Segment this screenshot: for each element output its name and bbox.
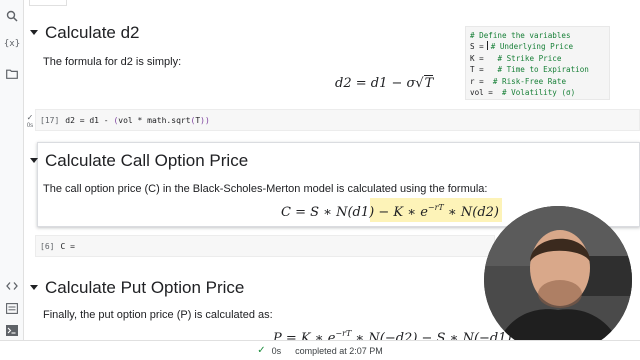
section-put-option: Calculate Put Option Price (29, 278, 244, 298)
variable-comment: # Volatility (σ) (502, 88, 576, 98)
call-formula: C = S ∗ N(d1) − K ∗ e−rT ∗ N(d2) (281, 203, 499, 220)
execution-count: [17] (40, 115, 60, 125)
execution-count: [6] (40, 241, 55, 251)
text-cursor (486, 41, 488, 51)
put-description: Finally, the put option price (P) is cal… (43, 309, 273, 321)
code-token: d2 = d1 - (65, 115, 114, 125)
variable-row: K = # Strike Price (470, 53, 605, 64)
variable-row: r = # Risk-Free Rate (470, 76, 605, 87)
variable-name: S = (470, 42, 484, 52)
variable-comment: # Strike Price (497, 53, 562, 63)
cell-run-time: 0s (26, 123, 34, 129)
variable-name: vol = (470, 88, 493, 98)
collapse-chevron-icon[interactable] (29, 283, 39, 293)
variable-row: T = # Time to Expiration (470, 64, 605, 75)
heading-put-option: Calculate Put Option Price (45, 278, 245, 297)
variables-header: # Define the variables (470, 31, 571, 40)
d2-formula-text: d2 = d1 − σ (335, 76, 416, 91)
run-check-icon: ✓ (26, 113, 34, 122)
variable-name: K = (470, 53, 484, 63)
call-formula-text: C = S ∗ N(d1) − K ∗ e (281, 205, 428, 220)
previous-cell-edge (29, 0, 67, 6)
left-sidebar: {x} (0, 0, 24, 360)
webcam-overlay (484, 206, 632, 354)
terminal-list-icon[interactable] (4, 300, 20, 316)
code-cell-d2[interactable]: [17] d2 = d1 - (vol * math.sqrt(T)) (35, 109, 640, 131)
d2-formula: d2 = d1 − σ√T (335, 75, 434, 91)
code-token: )) (200, 115, 210, 125)
variable-comment: # Time to Expiration (497, 65, 589, 75)
variables-comment-block: # Define the variables S = # Underlying P… (465, 26, 610, 100)
call-formula-exponent: −rT (427, 203, 444, 212)
code-text[interactable]: C = (60, 242, 74, 251)
section-calculate-d2: Calculate d2 (29, 23, 140, 43)
variable-comment: # Risk-Free Rate (492, 76, 567, 86)
variable-name: r = (470, 76, 484, 86)
search-icon[interactable] (4, 8, 20, 24)
d2-formula-sqrt: T (423, 75, 434, 91)
put-formula-exponent: −rT (335, 329, 352, 338)
put-formula-tail: ∗ N(−d2) − S ∗ N(−d1) (351, 331, 512, 340)
variable-comment: # Underlying Price (490, 42, 574, 52)
put-formula: P = K ∗ e−rT ∗ N(−d2) − S ∗ N(−d1) (273, 329, 512, 340)
code-icon[interactable] (4, 278, 20, 294)
status-message: completed at 2:07 PM (295, 345, 383, 356)
variable-row: vol = # Volatility (σ) (470, 87, 605, 98)
call-description: The call option price (C) in the Black-S… (43, 183, 488, 195)
status-check-icon: ✓ (257, 345, 266, 356)
collapse-chevron-icon[interactable] (29, 156, 39, 166)
status-bar: ✓ 0s completed at 2:07 PM (0, 340, 640, 360)
cell-run-status[interactable]: ✓ 0s (25, 113, 35, 131)
variables-icon[interactable]: {x} (4, 36, 20, 52)
collapse-chevron-icon[interactable] (29, 28, 39, 38)
code-text[interactable]: d2 = d1 - (vol * math.sqrt(T)) (65, 116, 210, 125)
terminal-icon[interactable] (4, 322, 20, 338)
heading-calculate-d2: Calculate d2 (45, 23, 140, 42)
variable-row: S = # Underlying Price (470, 41, 605, 52)
status-duration: 0s (271, 345, 282, 356)
heading-call-option: Calculate Call Option Price (45, 151, 249, 170)
section-call-option: Calculate Call Option Price (29, 151, 248, 171)
call-formula-tail: ∗ N(d2) (443, 205, 499, 220)
put-formula-text: P = K ∗ e (273, 331, 336, 340)
code-cell-call[interactable]: [6] C = (35, 235, 495, 257)
folder-icon[interactable] (4, 66, 20, 82)
code-token: vol * math.sqrt (118, 115, 191, 125)
d2-description: The formula for d2 is simply: (43, 56, 182, 68)
variable-name: T = (470, 65, 484, 75)
